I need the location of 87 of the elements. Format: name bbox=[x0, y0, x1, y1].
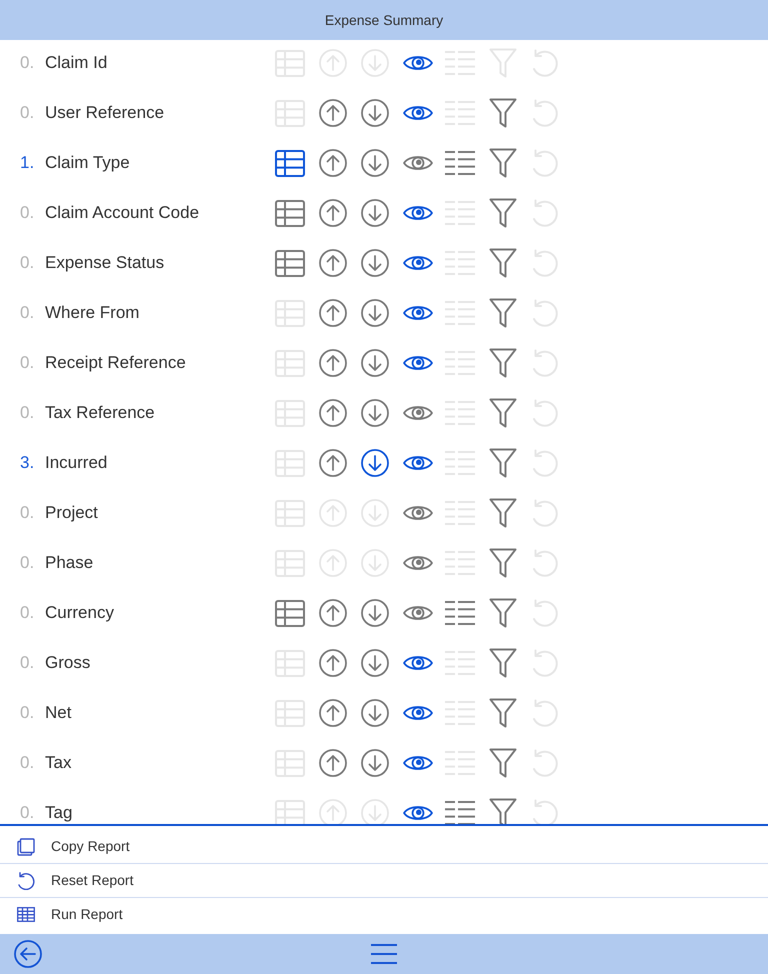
down-arrow-circle-icon[interactable] bbox=[361, 749, 389, 777]
order-number: 0. bbox=[20, 552, 36, 574]
order-number: 0. bbox=[20, 352, 36, 374]
order-number: 0. bbox=[20, 52, 36, 74]
field-label: Incurred bbox=[45, 452, 108, 474]
down-arrow-circle-icon[interactable] bbox=[361, 199, 389, 227]
copy-report-button[interactable]: Copy Report bbox=[0, 830, 768, 864]
order-number: 0. bbox=[20, 252, 36, 274]
funnel-icon[interactable] bbox=[488, 398, 516, 428]
order-number: 0. bbox=[20, 752, 36, 774]
funnel-icon[interactable] bbox=[488, 598, 516, 628]
up-arrow-circle-icon[interactable] bbox=[318, 749, 346, 777]
order-number: 0. bbox=[20, 652, 36, 674]
up-arrow-circle-icon[interactable] bbox=[318, 249, 346, 277]
funnel-icon[interactable] bbox=[488, 148, 516, 178]
down-arrow-circle-icon[interactable] bbox=[361, 149, 389, 177]
list-icon[interactable] bbox=[445, 801, 475, 824]
table-icon[interactable] bbox=[275, 200, 305, 226]
up-arrow-circle-icon[interactable] bbox=[318, 599, 346, 627]
up-arrow-circle-icon[interactable] bbox=[318, 199, 346, 227]
funnel-icon[interactable] bbox=[488, 698, 516, 728]
funnel-icon[interactable] bbox=[488, 198, 516, 228]
order-number: 3. bbox=[20, 452, 36, 474]
up-arrow-circle-icon[interactable] bbox=[318, 149, 346, 177]
down-arrow-circle-icon[interactable] bbox=[361, 299, 389, 327]
field-label: Net bbox=[45, 702, 72, 724]
table-icon bbox=[17, 907, 35, 922]
up-arrow-circle-icon[interactable] bbox=[318, 299, 346, 327]
list-icon[interactable] bbox=[445, 151, 475, 175]
field-label: Claim Type bbox=[45, 152, 131, 174]
field-label: User Reference bbox=[45, 102, 166, 124]
field-label: Currency bbox=[45, 602, 115, 624]
order-number: 0. bbox=[20, 602, 36, 624]
copy-icon bbox=[17, 838, 35, 856]
field-label: Claim Account Code bbox=[45, 202, 200, 224]
order-number: 0. bbox=[20, 102, 36, 124]
order-number: 0. bbox=[20, 202, 36, 224]
field-label: Receipt Reference bbox=[45, 352, 187, 374]
up-arrow-circle-icon[interactable] bbox=[318, 649, 346, 677]
field-label: Where From bbox=[45, 302, 140, 324]
reset-report-button[interactable]: Reset Report bbox=[0, 864, 768, 898]
down-arrow-circle-icon[interactable] bbox=[361, 399, 389, 427]
funnel-icon[interactable] bbox=[488, 348, 516, 378]
funnel-icon[interactable] bbox=[488, 498, 516, 528]
field-label: Phase bbox=[45, 552, 94, 574]
funnel-icon[interactable] bbox=[488, 298, 516, 328]
table-icon[interactable] bbox=[275, 600, 305, 626]
down-arrow-circle-icon[interactable] bbox=[361, 699, 389, 727]
order-number: 0. bbox=[20, 402, 36, 424]
run-report-button[interactable]: Run Report bbox=[0, 898, 768, 931]
down-arrow-circle-icon[interactable] bbox=[361, 449, 389, 477]
order-number: 0. bbox=[20, 302, 36, 324]
up-arrow-circle-icon[interactable] bbox=[318, 349, 346, 377]
table-icon[interactable] bbox=[275, 150, 305, 176]
field-label: Gross bbox=[45, 652, 92, 674]
down-arrow-circle-icon[interactable] bbox=[361, 99, 389, 127]
down-arrow-circle-icon[interactable] bbox=[361, 249, 389, 277]
table-icon[interactable] bbox=[275, 250, 305, 276]
up-arrow-circle-icon[interactable] bbox=[318, 449, 346, 477]
up-arrow-circle-icon[interactable] bbox=[318, 699, 346, 727]
menu-icon[interactable] bbox=[371, 944, 397, 964]
funnel-icon[interactable] bbox=[488, 98, 516, 128]
field-label: Tax Reference bbox=[45, 402, 156, 424]
field-label: Claim Id bbox=[45, 52, 108, 74]
field-label: Tax bbox=[45, 752, 72, 774]
order-number: 1. bbox=[20, 152, 36, 174]
funnel-icon[interactable] bbox=[488, 248, 516, 278]
field-label: Tag bbox=[45, 802, 74, 824]
funnel-icon[interactable] bbox=[488, 448, 516, 478]
order-number: 0. bbox=[20, 802, 36, 824]
funnel-icon[interactable] bbox=[488, 748, 516, 778]
funnel-icon[interactable] bbox=[488, 548, 516, 578]
funnel-icon[interactable] bbox=[488, 648, 516, 678]
back-arrow-circle-icon[interactable] bbox=[14, 940, 42, 968]
field-label: Expense Status bbox=[45, 252, 166, 274]
order-number: 0. bbox=[20, 502, 36, 524]
funnel-icon[interactable] bbox=[488, 798, 516, 824]
list-icon[interactable] bbox=[445, 601, 475, 625]
down-arrow-circle-icon[interactable] bbox=[361, 349, 389, 377]
up-arrow-circle-icon[interactable] bbox=[318, 399, 346, 427]
order-number: 0. bbox=[20, 702, 36, 724]
field-label: Project bbox=[45, 502, 99, 524]
window-title: Expense Summary bbox=[324, 10, 444, 30]
up-arrow-circle-icon[interactable] bbox=[318, 99, 346, 127]
counterclockwise-arrow-icon bbox=[17, 872, 35, 890]
down-arrow-circle-icon[interactable] bbox=[361, 649, 389, 677]
down-arrow-circle-icon[interactable] bbox=[361, 599, 389, 627]
